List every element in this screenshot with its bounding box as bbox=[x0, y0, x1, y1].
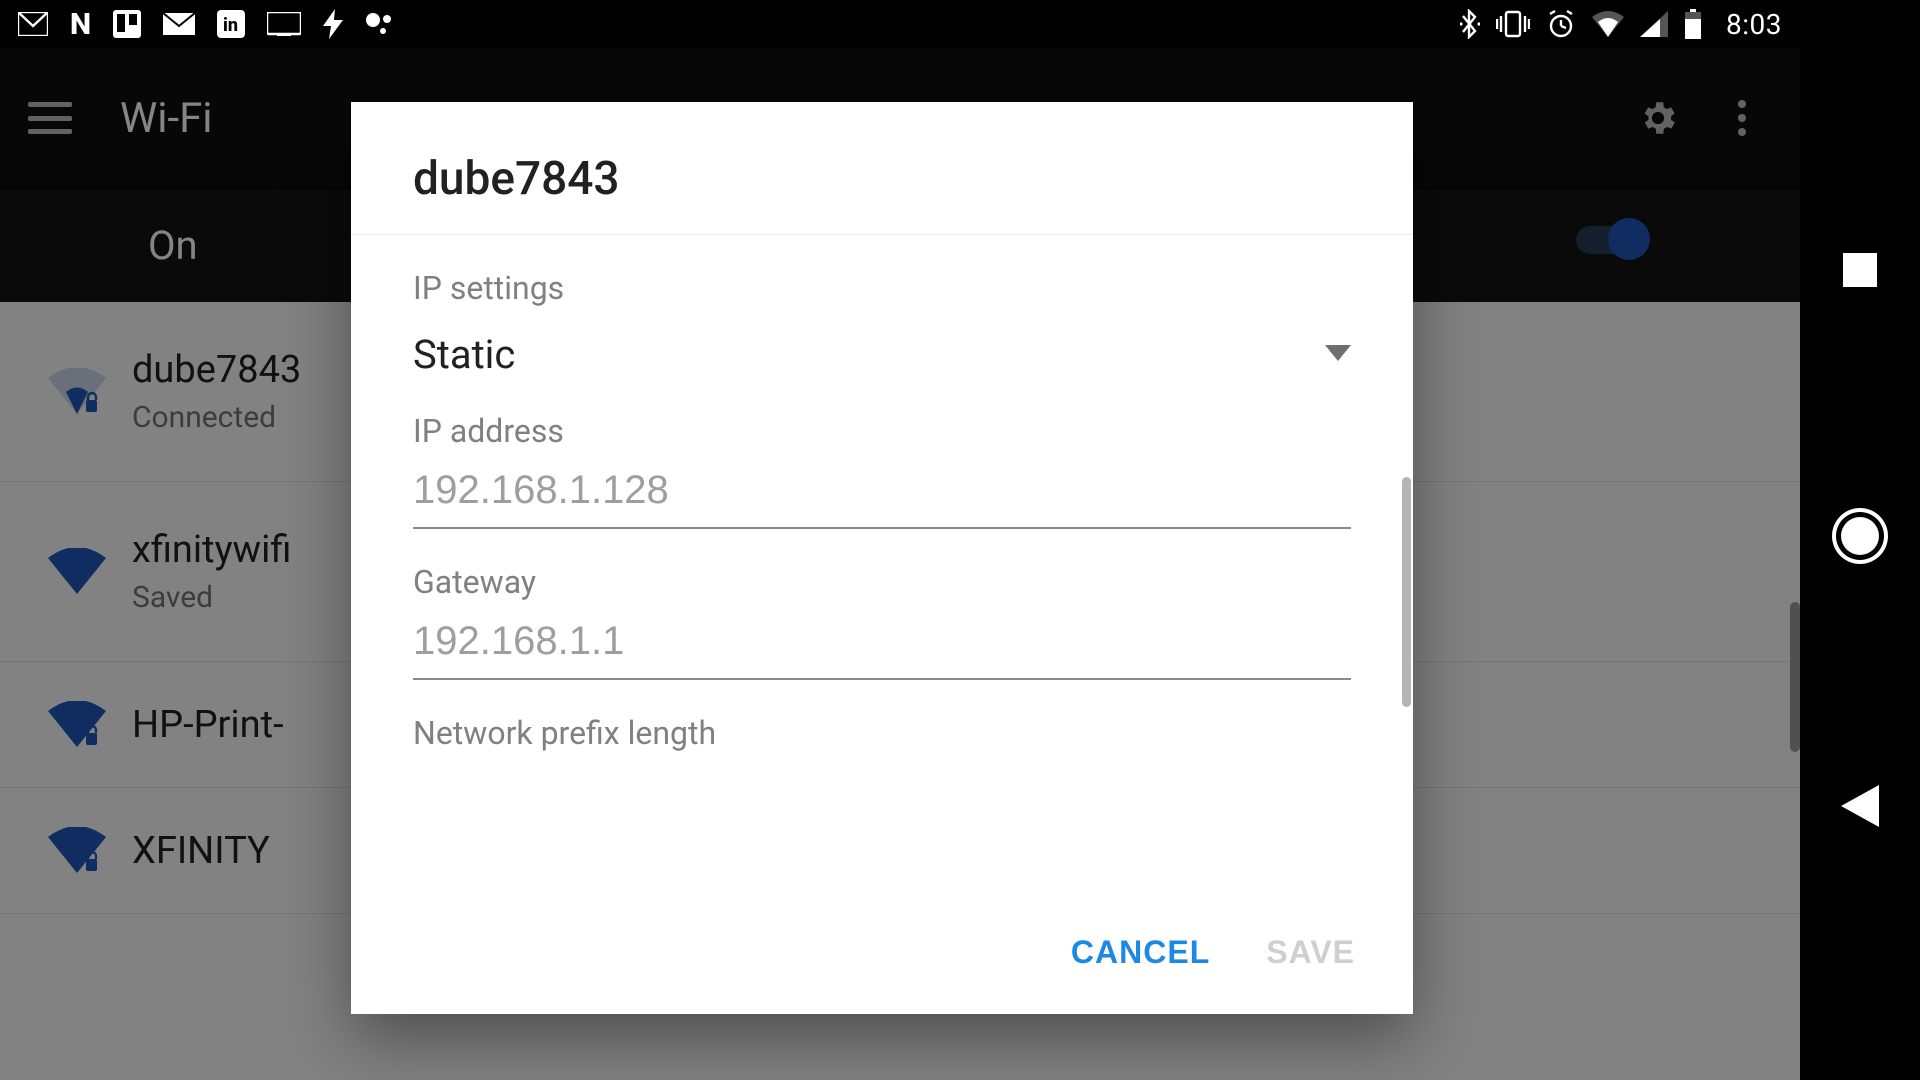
flash-icon bbox=[323, 9, 343, 39]
linkedin-icon: in bbox=[217, 10, 245, 38]
svg-text:in: in bbox=[223, 15, 238, 36]
dialog-fade bbox=[351, 864, 1413, 890]
gmail-icon bbox=[18, 12, 48, 36]
dropdown-caret-icon bbox=[1325, 345, 1351, 365]
mail-icon bbox=[163, 13, 195, 35]
netflix-icon: N bbox=[70, 7, 91, 42]
ip-settings-value: Static bbox=[413, 331, 515, 378]
screen-rec-icon bbox=[267, 12, 301, 36]
dialog-title: dube7843 bbox=[351, 102, 1413, 235]
network-config-dialog: dube7843 IP settings Static IP address G… bbox=[351, 102, 1413, 1014]
vibrate-icon bbox=[1496, 10, 1530, 38]
cancel-button[interactable]: CANCEL bbox=[1071, 934, 1210, 971]
nav-back-icon[interactable] bbox=[1841, 785, 1879, 827]
wifi-icon bbox=[1592, 11, 1624, 37]
ip-settings-dropdown[interactable]: Static bbox=[413, 331, 1351, 378]
dialog-actions: CANCEL SAVE bbox=[351, 890, 1413, 1014]
status-clock: 8:03 bbox=[1726, 8, 1782, 41]
nav-home-icon[interactable] bbox=[1836, 512, 1884, 560]
ip-address-label: IP address bbox=[413, 412, 1351, 450]
battery-icon bbox=[1684, 9, 1702, 39]
network-prefix-label: Network prefix length bbox=[413, 714, 1351, 752]
gateway-input[interactable] bbox=[413, 601, 1351, 680]
dialog-scrollbar[interactable] bbox=[1402, 477, 1411, 707]
cell-signal-icon bbox=[1640, 11, 1668, 37]
dialog-body: IP settings Static IP address Gateway bbox=[351, 235, 1413, 890]
ip-address-input[interactable] bbox=[413, 450, 1351, 529]
alarm-icon bbox=[1546, 9, 1576, 39]
gateway-label: Gateway bbox=[413, 563, 1351, 601]
nav-recent-apps-icon[interactable] bbox=[1843, 253, 1877, 287]
bluetooth-icon bbox=[1460, 9, 1480, 39]
trello-icon bbox=[113, 10, 141, 38]
status-bar: N in bbox=[0, 0, 1800, 48]
save-button[interactable]: SAVE bbox=[1266, 934, 1355, 971]
system-nav-bar bbox=[1800, 0, 1920, 1080]
assistant-icon bbox=[365, 11, 395, 37]
ip-settings-label: IP settings bbox=[413, 269, 1351, 307]
